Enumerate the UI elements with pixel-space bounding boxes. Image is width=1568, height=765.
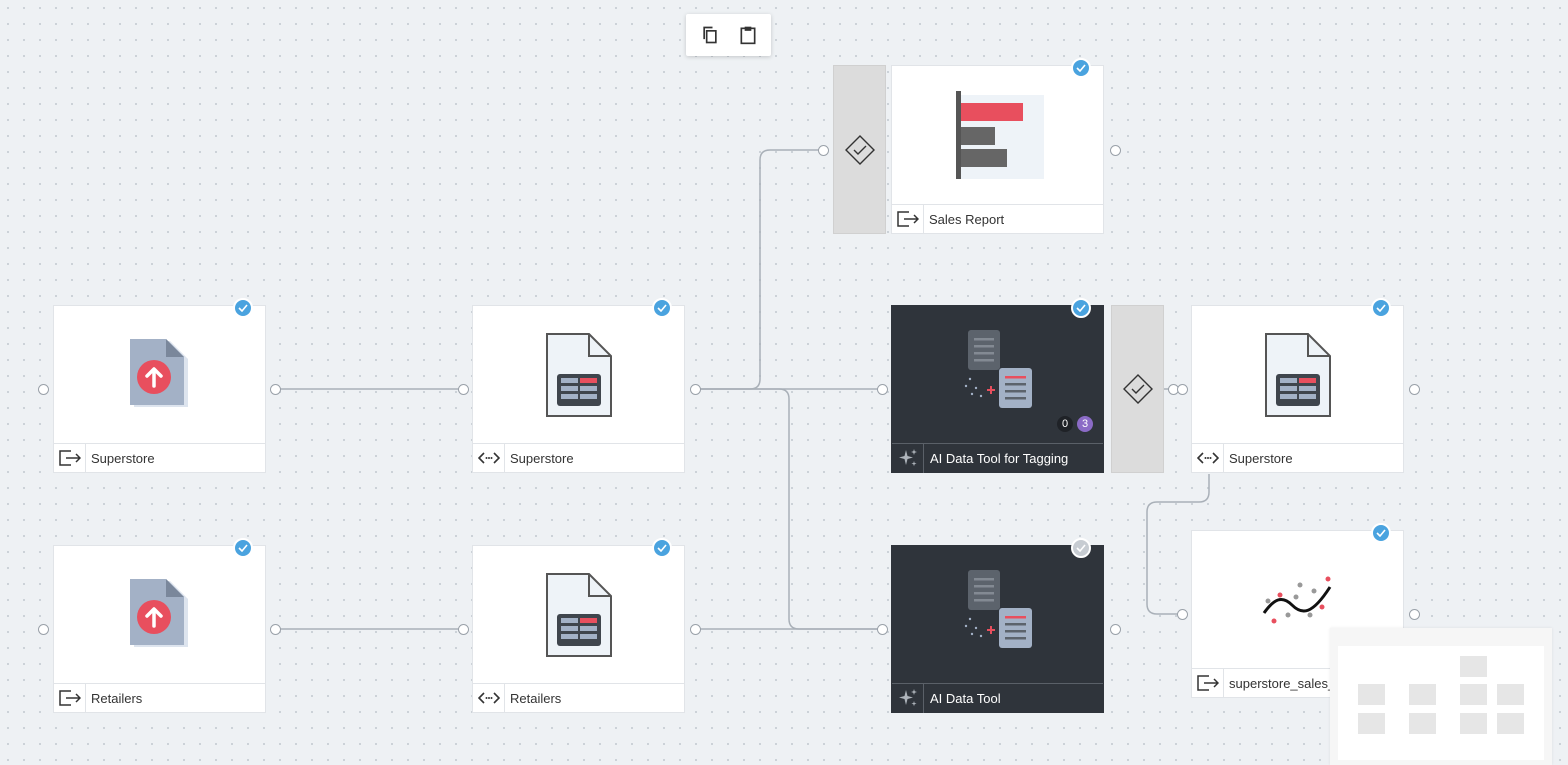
node-upload-retailers[interactable]: Retailers: [53, 538, 266, 713]
node-sales-report[interactable]: Sales Report: [891, 58, 1104, 234]
output-port[interactable]: [1409, 609, 1420, 620]
input-port[interactable]: [877, 624, 888, 635]
node-label: Superstore: [1229, 450, 1293, 466]
gate-recipe-sales-report[interactable]: [833, 65, 886, 234]
floating-toolbar: [686, 14, 771, 56]
minimap-node: [1460, 713, 1487, 734]
minimap-node: [1409, 684, 1436, 705]
output-port[interactable]: [1110, 145, 1121, 156]
node-upload-superstore[interactable]: Superstore: [53, 298, 266, 473]
input-port[interactable]: [458, 384, 469, 395]
status-check-icon: [233, 538, 253, 558]
node-label: AI Data Tool for Tagging: [930, 450, 1069, 466]
sparkle-icon: [892, 683, 924, 713]
node-label: Retailers: [91, 690, 143, 706]
status-check-icon: [1071, 298, 1091, 318]
spreadsheet-file-icon: [473, 546, 684, 684]
output-port[interactable]: [270, 624, 281, 635]
input-port[interactable]: [818, 145, 829, 156]
sparkle-icon: [892, 443, 924, 473]
status-check-icon: [1371, 523, 1391, 543]
status-check-icon: [1071, 58, 1091, 78]
run-count-badges: 0 3: [1057, 416, 1093, 432]
info-count-badge: 3: [1077, 416, 1093, 432]
minimap-canvas: [1338, 646, 1544, 760]
output-icon: [54, 683, 86, 713]
minimap-node: [1409, 713, 1436, 734]
node-ai-data-tool-tagging[interactable]: 0 3 AI Data Tool for Tagging: [891, 298, 1104, 473]
spreadsheet-file-icon: [473, 306, 684, 444]
code-icon: [473, 683, 505, 713]
code-icon: [473, 443, 505, 473]
minimap-node: [1460, 656, 1487, 677]
status-check-icon: [652, 298, 672, 318]
file-upload-icon: [54, 546, 265, 684]
diamond-check-icon: [844, 134, 875, 165]
output-icon: [1192, 668, 1224, 698]
bar-chart-icon: [892, 66, 1103, 205]
node-dataset-superstore[interactable]: Superstore: [472, 298, 685, 473]
minimap-node: [1497, 713, 1524, 734]
output-port[interactable]: [1409, 384, 1420, 395]
copy-icon[interactable]: [698, 23, 722, 47]
warning-count-badge: 0: [1057, 416, 1073, 432]
input-port[interactable]: [38, 624, 49, 635]
spreadsheet-file-icon: [1192, 306, 1403, 444]
node-result-superstore[interactable]: Superstore: [1191, 298, 1404, 473]
gate-recipe-ai-output[interactable]: [1111, 305, 1164, 473]
ai-document-icon: [892, 546, 1103, 684]
node-label: Sales Report: [929, 211, 1005, 227]
output-port[interactable]: [690, 624, 701, 635]
status-check-icon: [1371, 298, 1391, 318]
minimap-node: [1358, 713, 1385, 734]
minimap-node: [1358, 684, 1385, 705]
output-port[interactable]: [1110, 624, 1121, 635]
node-label: Superstore: [510, 450, 574, 466]
file-upload-icon: [54, 306, 265, 444]
status-check-icon: [652, 538, 672, 558]
node-label: superstore_sales_x: [1229, 675, 1342, 691]
status-pending-icon: [1071, 538, 1091, 558]
node-label: AI Data Tool: [930, 690, 1001, 706]
input-port[interactable]: [458, 624, 469, 635]
minimap-panel[interactable]: [1330, 628, 1552, 765]
input-port[interactable]: [38, 384, 49, 395]
input-port[interactable]: [877, 384, 888, 395]
output-port[interactable]: [270, 384, 281, 395]
code-icon: [1192, 443, 1224, 473]
input-port[interactable]: [1177, 609, 1188, 620]
output-icon: [54, 443, 86, 473]
input-port[interactable]: [1177, 384, 1188, 395]
clipboard-icon[interactable]: [736, 23, 760, 47]
output-port[interactable]: [690, 384, 701, 395]
status-check-icon: [233, 298, 253, 318]
node-ai-data-tool[interactable]: AI Data Tool: [891, 538, 1104, 713]
minimap-node: [1460, 684, 1487, 705]
minimap-node: [1497, 684, 1524, 705]
output-icon: [892, 204, 924, 234]
node-label: Retailers: [510, 690, 562, 706]
diamond-check-icon: [1122, 374, 1153, 404]
node-dataset-retailers[interactable]: Retailers: [472, 538, 685, 713]
node-label: Superstore: [91, 450, 155, 466]
